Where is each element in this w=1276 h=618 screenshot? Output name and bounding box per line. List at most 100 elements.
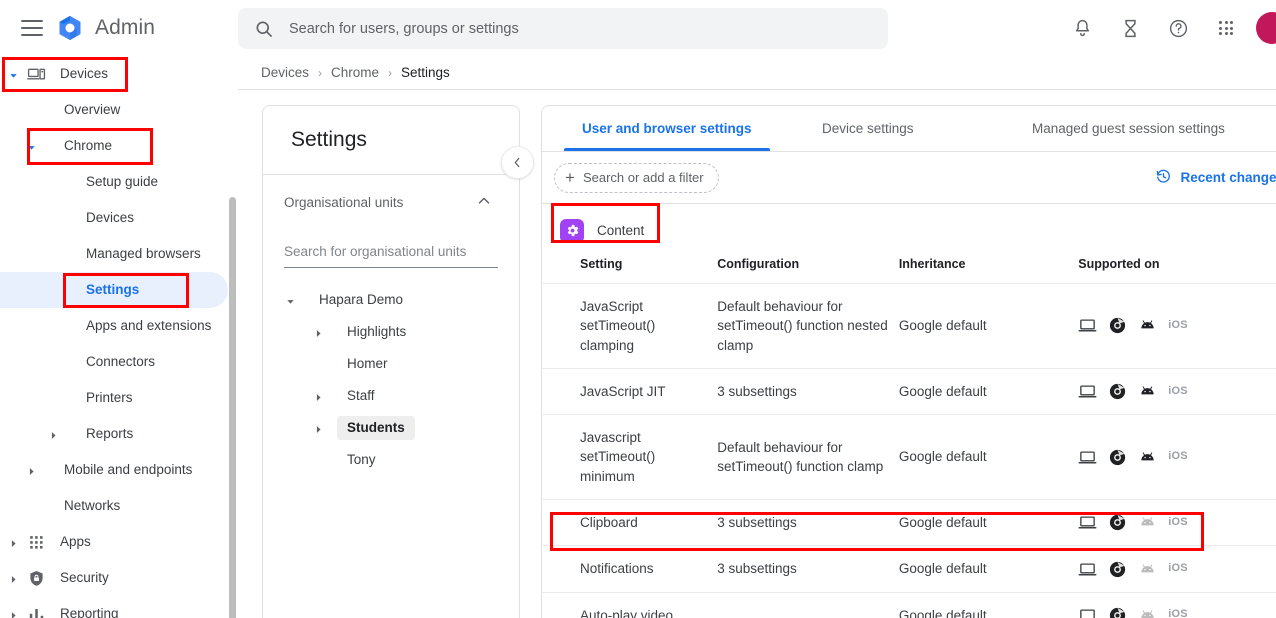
- sidebar-item-label: Mobile and endpoints: [64, 462, 193, 478]
- ou-search-placeholder: Search for organisational units: [284, 244, 467, 259]
- chromeos-laptop-icon: [1078, 513, 1097, 532]
- sidebar-item-security[interactable]: Security: [0, 560, 238, 596]
- table-row[interactable]: Notifications 3 subsettings Google default…: [542, 545, 1276, 593]
- android-icon: [1138, 513, 1157, 532]
- android-icon: [1138, 316, 1157, 335]
- hamburger-menu-icon[interactable]: [18, 14, 46, 42]
- top-bar-icon-group: [1064, 0, 1276, 56]
- chevron-right-icon[interactable]: [8, 537, 18, 547]
- user-avatar[interactable]: [1256, 12, 1276, 44]
- sidebar-item-reporting[interactable]: Reporting: [0, 596, 238, 618]
- caret-spacer: [26, 501, 36, 511]
- brand-logo-and-title[interactable]: Admin: [55, 13, 155, 43]
- settings-main-panel: User and browser settings Device settings…: [541, 105, 1276, 618]
- chevron-right-icon[interactable]: [313, 391, 324, 402]
- sidebar-item-settings[interactable]: Settings: [0, 272, 228, 308]
- chevron-right-icon[interactable]: [26, 465, 36, 475]
- chevron-right-icon[interactable]: [8, 573, 18, 583]
- table-row[interactable]: Javascript setTimeout() minimum Default b…: [542, 414, 1276, 500]
- sidebar-item-reports[interactable]: Reports: [0, 416, 238, 452]
- ou-node-label: Hapara Demo: [319, 292, 404, 308]
- cell-inheritance: Google default: [898, 591, 1079, 618]
- collapse-panel-button[interactable]: [501, 146, 534, 179]
- caret-spacer: [48, 177, 58, 187]
- ou-node-students[interactable]: Students: [263, 412, 519, 444]
- chevron-right-icon[interactable]: [48, 429, 58, 439]
- google-admin-logo-icon: [55, 13, 85, 43]
- sidebar-item-overview[interactable]: Overview: [0, 92, 238, 128]
- sidebar-item-label: Printers: [86, 390, 133, 406]
- sidebar-item-apps-and-extensions[interactable]: Apps and extensions: [0, 308, 238, 344]
- ou-node-highlights[interactable]: Highlights: [263, 316, 519, 348]
- android-icon: [1138, 606, 1157, 618]
- sidebar-item-printers[interactable]: Printers: [0, 380, 238, 416]
- sidebar-item-connectors[interactable]: Connectors: [0, 344, 238, 380]
- sidebar-item-networks[interactable]: Networks: [0, 488, 238, 524]
- bar-chart-icon: [26, 604, 46, 618]
- tab-user-and-browser-settings[interactable]: User and browser settings: [564, 106, 770, 151]
- chevron-down-icon[interactable]: [285, 295, 296, 306]
- tab-device-settings[interactable]: Device settings: [804, 106, 932, 151]
- ou-node-tony[interactable]: Tony: [263, 444, 519, 476]
- nav-icon-spacer: [58, 244, 78, 264]
- content-section-header[interactable]: Content: [542, 204, 1276, 257]
- breadcrumb-item-settings: Settings: [401, 65, 450, 80]
- sidebar-item-label: Connectors: [86, 354, 156, 370]
- sidebar-item-managed-browsers[interactable]: Managed browsers: [0, 236, 238, 272]
- table-row[interactable]: Auto-play video Google default iOS: [542, 591, 1276, 618]
- chevron-right-icon[interactable]: [313, 423, 324, 434]
- sidebar-scrollbar[interactable]: [229, 197, 237, 618]
- nav-icon-spacer: [58, 352, 78, 372]
- ou-node-staff[interactable]: Staff: [263, 380, 519, 412]
- table-row[interactable]: JavaScript setTimeout() clamping Default …: [542, 283, 1276, 369]
- notifications-bell-icon[interactable]: [1064, 10, 1100, 46]
- chevron-down-icon[interactable]: [8, 69, 18, 79]
- sidebar-item-label: Security: [60, 570, 109, 586]
- cell-setting: Javascript setTimeout() minimum: [542, 414, 718, 500]
- chevron-down-icon[interactable]: [26, 141, 36, 151]
- sidebar-item-devices[interactable]: Devices: [0, 200, 238, 236]
- breadcrumb-separator: ›: [318, 65, 323, 80]
- sidebar-item-devices[interactable]: Devices: [0, 56, 238, 92]
- global-search-placeholder: Search for users, groups or settings: [289, 20, 519, 37]
- recent-changes-button[interactable]: Recent changes: [1155, 168, 1276, 188]
- platform-icon-group: iOS: [1078, 513, 1276, 532]
- cell-configuration: 3 subsettings: [717, 545, 899, 593]
- sidebar-item-mobile-and-endpoints[interactable]: Mobile and endpoints: [0, 452, 238, 488]
- sidebar-item-apps[interactable]: Apps: [0, 524, 238, 560]
- search-icon: [254, 19, 274, 39]
- ou-node-hapara-demo[interactable]: Hapara Demo: [263, 284, 519, 316]
- ou-node-homer[interactable]: Homer: [263, 348, 519, 380]
- column-header-setting: Setting: [542, 257, 718, 284]
- help-icon[interactable]: [1160, 10, 1196, 46]
- ou-tree: Hapara Demo Highlights Homer Staff Students T…: [263, 268, 519, 476]
- chrome-browser-icon: [1108, 560, 1127, 579]
- caret-spacer: [48, 321, 58, 331]
- organisational-units-header[interactable]: Organisational units: [263, 175, 519, 230]
- ou-search-input[interactable]: Search for organisational units: [284, 236, 498, 268]
- sidebar-item-setup-guide[interactable]: Setup guide: [0, 164, 238, 200]
- chevron-right-icon[interactable]: [313, 327, 324, 338]
- breadcrumb-item-devices[interactable]: Devices: [261, 65, 309, 80]
- sidebar-item-chrome[interactable]: Chrome: [0, 128, 238, 164]
- tab-label: Device settings: [822, 121, 914, 136]
- table-row[interactable]: JavaScript JIT 3 subsettings Google defaul…: [542, 367, 1276, 415]
- ou-node-label: Homer: [347, 356, 388, 372]
- caret-spacer: [313, 359, 324, 370]
- platform-icon-group: iOS: [1078, 448, 1276, 467]
- chrome-browser-icon: [1108, 606, 1127, 618]
- nav-icon-spacer: [58, 208, 78, 228]
- breadcrumb-item-chrome[interactable]: Chrome: [331, 65, 379, 80]
- sidebar-item-label: Devices: [60, 66, 109, 82]
- chevron-right-icon[interactable]: [8, 609, 18, 618]
- settings-table: Setting Configuration Inheritance Suppor…: [542, 257, 1276, 618]
- global-search-input[interactable]: Search for users, groups or settings: [238, 8, 888, 49]
- sidebar-item-label: Devices: [86, 210, 135, 226]
- sidebar-item-label: Reports: [86, 426, 134, 442]
- tab-managed-guest-session-settings[interactable]: Managed guest session settings: [1014, 106, 1243, 151]
- chevron-up-icon[interactable]: [475, 192, 493, 213]
- hourglass-icon[interactable]: [1112, 10, 1148, 46]
- table-row[interactable]: Clipboard 3 subsettings Google default iOS: [542, 499, 1276, 546]
- search-or-add-filter-button[interactable]: + Search or add a filter: [554, 162, 719, 193]
- apps-grid-icon[interactable]: [1208, 10, 1244, 46]
